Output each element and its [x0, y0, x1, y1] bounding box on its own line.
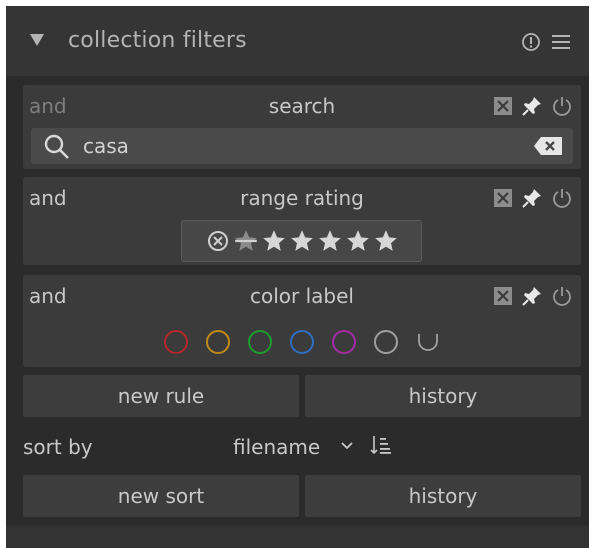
triangle-down-icon[interactable]	[29, 32, 45, 51]
new-rule-button[interactable]: new rule	[23, 375, 299, 417]
rule-search: and search	[23, 85, 581, 169]
pin-icon[interactable]	[521, 187, 543, 213]
not-rated-icon[interactable]	[233, 226, 259, 256]
info-icon[interactable]	[521, 32, 541, 56]
sort-field-select[interactable]: filename	[233, 435, 320, 459]
search-input[interactable]	[83, 131, 483, 161]
color-label-gray-icon[interactable]	[369, 327, 403, 357]
rule-range-rating: and range rating	[23, 177, 581, 265]
rating-range-selector[interactable]	[181, 220, 422, 262]
remove-rule-icon[interactable]	[493, 188, 513, 212]
hamburger-menu-icon[interactable]	[551, 32, 571, 56]
star-icon[interactable]	[289, 226, 315, 256]
pin-icon[interactable]	[521, 285, 543, 311]
panel-header[interactable]: collection filters	[6, 6, 589, 76]
color-label-purple-icon[interactable]	[327, 327, 361, 357]
color-label-green-icon[interactable]	[243, 327, 277, 357]
search-icon	[43, 133, 71, 165]
remove-rule-icon[interactable]	[493, 96, 513, 120]
sort-by-label: sort by	[23, 435, 93, 459]
color-label-blue-icon[interactable]	[285, 327, 319, 357]
collection-filters-panel: collection filters and search casa and r…	[6, 6, 589, 548]
rule-color-label: and color label	[23, 275, 581, 367]
star-icon[interactable]	[317, 226, 343, 256]
rule-history-button[interactable]: history	[305, 375, 581, 417]
remove-rule-icon[interactable]	[493, 286, 513, 310]
color-label-red-icon[interactable]	[159, 327, 193, 357]
star-icon[interactable]	[373, 226, 399, 256]
power-icon[interactable]	[551, 95, 573, 121]
clear-search-icon[interactable]	[533, 136, 563, 160]
new-sort-button[interactable]: new sort	[23, 475, 299, 517]
search-field[interactable]	[31, 128, 573, 164]
power-icon[interactable]	[551, 187, 573, 213]
union-operator-icon[interactable]	[411, 327, 445, 357]
power-icon[interactable]	[551, 285, 573, 311]
sort-order-icon[interactable]	[370, 434, 392, 460]
pin-icon[interactable]	[521, 95, 543, 121]
star-icon[interactable]	[261, 226, 287, 256]
rejected-icon[interactable]	[205, 226, 231, 256]
chevron-down-icon[interactable]	[340, 438, 354, 457]
panel-title: collection filters	[68, 28, 247, 53]
next-panel-header	[6, 526, 589, 548]
color-label-yellow-icon[interactable]	[201, 327, 235, 357]
star-icon[interactable]	[345, 226, 371, 256]
sort-history-button[interactable]: history	[305, 475, 581, 517]
